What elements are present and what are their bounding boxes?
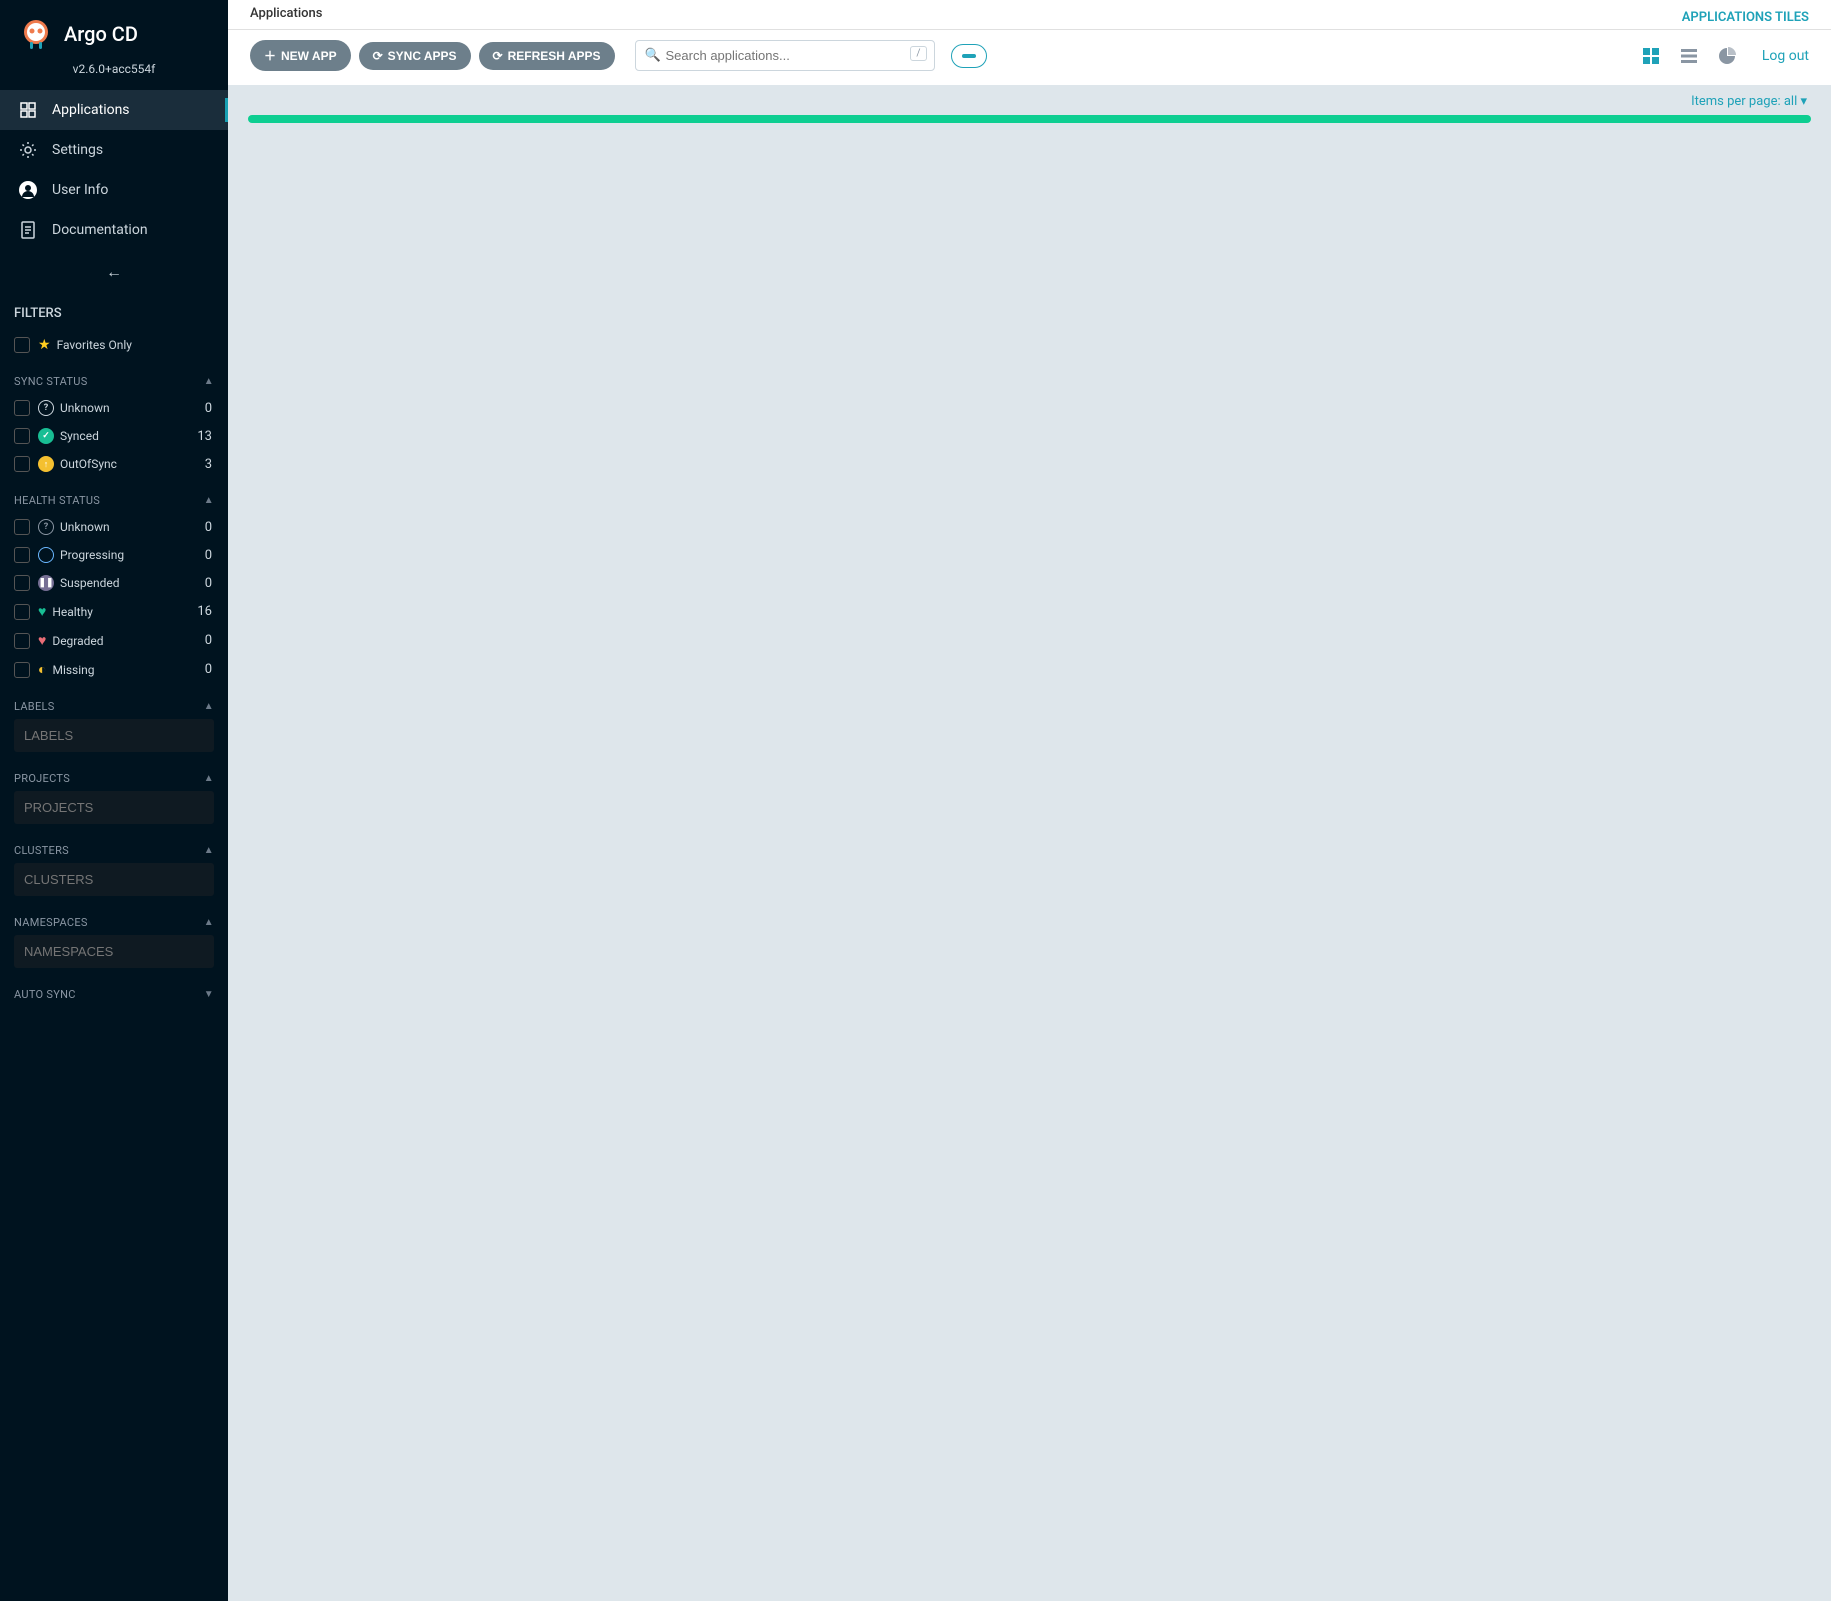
filter-missing[interactable]: ◐Missing 0: [14, 655, 214, 684]
star-icon: ★: [38, 337, 51, 353]
logo: Argo CD: [0, 0, 228, 58]
applications-tiles-link[interactable]: APPLICATIONS TILES: [1682, 10, 1809, 25]
filter-count: 0: [205, 633, 214, 648]
checkbox[interactable]: [14, 662, 30, 678]
namespaces-header: NAMESPACES: [14, 916, 88, 929]
breadcrumb: Applications: [250, 6, 323, 29]
projects-input[interactable]: [14, 791, 214, 824]
checkbox[interactable]: [14, 547, 30, 563]
filter-count: 0: [205, 401, 214, 416]
progress-bar: [248, 115, 1811, 123]
user-icon: [18, 180, 38, 200]
nav-item-settings[interactable]: Settings: [0, 130, 228, 170]
logout-link[interactable]: Log out: [1762, 48, 1809, 64]
nav-item-documentation[interactable]: Documentation: [0, 210, 228, 250]
filters-header: FILTERS: [14, 306, 214, 321]
clusters-header: CLUSTERS: [14, 844, 69, 857]
favorites-checkbox[interactable]: [14, 337, 30, 353]
clusters-input[interactable]: [14, 863, 214, 896]
filter-unknown[interactable]: ?Unknown 0: [14, 513, 214, 541]
filter-progressing[interactable]: Progressing 0: [14, 541, 214, 569]
health-status-header: HEALTH STATUS: [14, 494, 100, 507]
collapse-sidebar-button[interactable]: ←: [0, 250, 228, 294]
main-content: Applications APPLICATIONS TILES ＋NEW APP…: [228, 0, 1831, 1601]
caret-icon[interactable]: ▲: [204, 495, 214, 506]
caret-icon[interactable]: ▼: [204, 989, 214, 1000]
filter-count: 13: [197, 429, 214, 444]
labels-input[interactable]: [14, 719, 214, 752]
sync-apps-button[interactable]: ⟳SYNC APPS: [359, 42, 471, 70]
tiles-view-icon[interactable]: [1638, 43, 1664, 69]
checkbox[interactable]: [14, 428, 30, 444]
gear-icon: [18, 140, 38, 160]
argo-logo-icon: [18, 16, 54, 52]
version-text: v2.6.0+acc554f: [0, 58, 228, 90]
filter-count: 0: [205, 576, 214, 591]
filter-degraded[interactable]: ♥Degraded 0: [14, 626, 214, 655]
favorites-only-filter[interactable]: ★Favorites Only: [14, 331, 214, 359]
checkbox[interactable]: [14, 604, 30, 620]
filter-suspended[interactable]: ❚❚Suspended 0: [14, 569, 214, 597]
filter-synced[interactable]: ✓Synced 13: [14, 422, 214, 450]
nav-item-user-info[interactable]: User Info: [0, 170, 228, 210]
filter-unknown[interactable]: ?Unknown 0: [14, 394, 214, 422]
pie-view-icon[interactable]: [1714, 43, 1740, 69]
sync-icon: ⟳: [373, 49, 383, 63]
toolbar: ＋NEW APP ⟳SYNC APPS ⟳REFRESH APPS 🔍 / Lo…: [228, 30, 1831, 86]
apps-icon: [18, 100, 38, 120]
main-nav: ApplicationsSettingsUser InfoDocumentati…: [0, 90, 228, 250]
topbar: Applications APPLICATIONS TILES: [228, 0, 1831, 30]
nav-item-applications[interactable]: Applications: [0, 90, 228, 130]
search-icon: 🔍: [645, 48, 661, 63]
caret-icon[interactable]: ▲: [204, 773, 214, 784]
sync-status-header: SYNC STATUS: [14, 375, 88, 388]
applications-grid: [228, 133, 1831, 163]
sidebar: Argo CD v2.6.0+acc554f ApplicationsSetti…: [0, 0, 228, 1601]
filter-toggle[interactable]: [951, 44, 987, 68]
new-app-button[interactable]: ＋NEW APP: [250, 40, 351, 71]
doc-icon: [18, 220, 38, 240]
labels-header: LABELS: [14, 700, 55, 713]
refresh-apps-button[interactable]: ⟳REFRESH APPS: [479, 42, 615, 70]
caret-icon[interactable]: ▲: [204, 701, 214, 712]
search-kbd-hint: /: [910, 46, 926, 61]
filter-healthy[interactable]: ♥Healthy 16: [14, 597, 214, 626]
caret-icon[interactable]: ▲: [204, 917, 214, 928]
checkbox[interactable]: [14, 633, 30, 649]
plus-icon: ＋: [264, 47, 276, 64]
projects-header: PROJECTS: [14, 772, 70, 785]
filter-count: 16: [197, 604, 214, 619]
refresh-icon: ⟳: [493, 49, 503, 63]
namespaces-input[interactable]: [14, 935, 214, 968]
filter-count: 3: [205, 457, 214, 472]
filter-outofsync[interactable]: ↑OutOfSync 3: [14, 450, 214, 478]
caret-icon[interactable]: ▲: [204, 376, 214, 387]
caret-icon[interactable]: ▲: [204, 845, 214, 856]
logo-text: Argo CD: [64, 22, 138, 46]
filter-count: 0: [205, 548, 214, 563]
checkbox[interactable]: [14, 400, 30, 416]
autosync-header: AUTO SYNC: [14, 988, 76, 1001]
checkbox[interactable]: [14, 456, 30, 472]
checkbox[interactable]: [14, 519, 30, 535]
checkbox[interactable]: [14, 575, 30, 591]
filter-count: 0: [205, 662, 214, 677]
search-input[interactable]: [635, 40, 935, 71]
list-view-icon[interactable]: [1676, 43, 1702, 69]
items-per-page[interactable]: Items per page: all ▾: [1691, 94, 1807, 109]
filter-count: 0: [205, 520, 214, 535]
